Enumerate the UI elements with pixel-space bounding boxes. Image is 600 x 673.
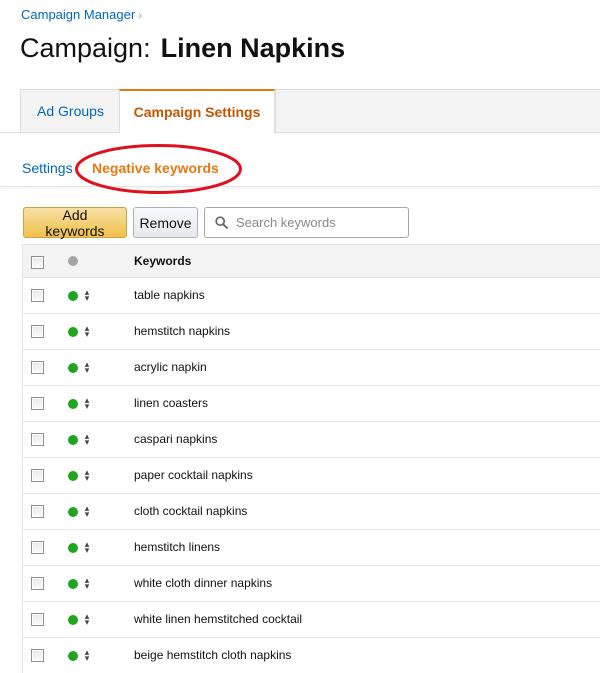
table-row: ▴ ▾ paper cocktail napkins bbox=[23, 457, 600, 493]
row-checkbox[interactable] bbox=[31, 469, 44, 482]
row-checkbox[interactable] bbox=[31, 541, 44, 554]
row-checkbox[interactable] bbox=[31, 289, 44, 302]
row-checkbox[interactable] bbox=[31, 361, 44, 374]
keyword-text: hemstitch napkins bbox=[134, 324, 231, 338]
status-dropdown-arrows-icon[interactable]: ▴ ▾ bbox=[83, 612, 91, 627]
table-row: ▴ ▾ table napkins bbox=[23, 277, 600, 313]
keyword-text: table napkins bbox=[134, 288, 205, 302]
row-checkbox[interactable] bbox=[31, 577, 44, 590]
breadcrumb-link-campaign-manager[interactable]: Campaign Manager bbox=[21, 7, 135, 22]
status-active-dot-icon[interactable] bbox=[68, 615, 78, 625]
campaign-name: Linen Napkins bbox=[160, 33, 346, 63]
row-checkbox[interactable] bbox=[31, 613, 44, 626]
status-active-dot-icon[interactable] bbox=[68, 507, 78, 517]
remove-button[interactable]: Remove bbox=[133, 207, 198, 238]
row-checkbox[interactable] bbox=[31, 505, 44, 518]
subnav-negative-keywords-link[interactable]: Negative keywords bbox=[92, 160, 219, 176]
table-row: ▴ ▾ acrylic napkin bbox=[23, 349, 600, 385]
status-dropdown-arrows-icon[interactable]: ▴ ▾ bbox=[83, 360, 91, 375]
status-dropdown-arrows-icon[interactable]: ▴ ▾ bbox=[83, 504, 91, 519]
select-all-checkbox[interactable] bbox=[31, 256, 44, 269]
keyword-text: white linen hemstitched cocktail bbox=[134, 612, 303, 626]
status-dropdown-arrows-icon[interactable]: ▴ ▾ bbox=[83, 648, 91, 663]
status-dropdown-arrows-icon[interactable]: ▴ ▾ bbox=[83, 540, 91, 555]
page-title-prefix: Campaign: bbox=[20, 33, 151, 63]
negative-keywords-table: Keywords ▴ ▾ table napkins ▴ ▾ hemstitch napk… bbox=[22, 244, 600, 673]
tab-campaign-settings[interactable]: Campaign Settings bbox=[119, 89, 275, 134]
table-row: ▴ ▾ beige hemstitch cloth napkins bbox=[23, 637, 600, 673]
toolbar: Add keywords Remove bbox=[23, 207, 198, 239]
status-active-dot-icon[interactable] bbox=[68, 471, 78, 481]
row-checkbox[interactable] bbox=[31, 649, 44, 662]
table-row: ▴ ▾ hemstitch napkins bbox=[23, 313, 600, 349]
status-active-dot-icon[interactable] bbox=[68, 651, 78, 661]
row-checkbox[interactable] bbox=[31, 325, 44, 338]
tab-bar-filler bbox=[275, 89, 600, 133]
breadcrumb: Campaign Manager › bbox=[21, 7, 142, 22]
table-row: ▴ ▾ caspari napkins bbox=[23, 421, 600, 457]
status-dropdown-arrows-icon[interactable]: ▴ ▾ bbox=[83, 468, 91, 483]
search-icon bbox=[215, 216, 228, 229]
chevron-right-icon: › bbox=[138, 10, 142, 22]
tab-bar: Ad Groups Campaign Settings bbox=[0, 89, 600, 134]
add-keywords-button[interactable]: Add keywords bbox=[23, 207, 127, 239]
table-row: ▴ ▾ linen coasters bbox=[23, 385, 600, 421]
status-dropdown-arrows-icon[interactable]: ▴ ▾ bbox=[83, 324, 91, 339]
keyword-text: cloth cocktail napkins bbox=[134, 504, 248, 518]
status-active-dot-icon[interactable] bbox=[68, 543, 78, 553]
status-dropdown-arrows-icon[interactable]: ▴ ▾ bbox=[83, 432, 91, 447]
status-active-dot-icon[interactable] bbox=[68, 579, 78, 589]
keywords-column-header[interactable]: Keywords bbox=[134, 254, 191, 268]
keyword-text: white cloth dinner napkins bbox=[134, 576, 273, 590]
keyword-text: linen coasters bbox=[134, 396, 209, 410]
keyword-text: beige hemstitch cloth napkins bbox=[134, 648, 292, 662]
status-active-dot-icon[interactable] bbox=[68, 363, 78, 373]
subnav-settings-link[interactable]: Settings bbox=[22, 160, 73, 176]
search-keywords-field[interactable] bbox=[204, 207, 409, 238]
status-active-dot-icon[interactable] bbox=[68, 435, 78, 445]
status-dot-gray-icon bbox=[68, 256, 78, 266]
status-active-dot-icon[interactable] bbox=[68, 327, 78, 337]
keyword-text: hemstitch linens bbox=[134, 540, 221, 554]
tab-ad-groups[interactable]: Ad Groups bbox=[20, 89, 120, 133]
keyword-text: acrylic napkin bbox=[134, 360, 207, 374]
table-row: ▴ ▾ white cloth dinner napkins bbox=[23, 565, 600, 601]
status-dropdown-arrows-icon[interactable]: ▴ ▾ bbox=[83, 576, 91, 591]
status-active-dot-icon[interactable] bbox=[68, 399, 78, 409]
page-title: Campaign: Linen Napkins bbox=[20, 33, 345, 64]
table-row: ▴ ▾ white linen hemstitched cocktail bbox=[23, 601, 600, 637]
search-keywords-input[interactable] bbox=[234, 214, 394, 231]
status-dropdown-arrows-icon[interactable]: ▴ ▾ bbox=[83, 396, 91, 411]
row-checkbox[interactable] bbox=[31, 433, 44, 446]
keyword-text: paper cocktail napkins bbox=[134, 468, 253, 482]
table-header-row: Keywords bbox=[23, 244, 600, 277]
status-active-dot-icon[interactable] bbox=[68, 291, 78, 301]
status-dropdown-arrows-icon[interactable]: ▴ ▾ bbox=[83, 288, 91, 303]
keyword-text: caspari napkins bbox=[134, 432, 218, 446]
table-row: ▴ ▾ hemstitch linens bbox=[23, 529, 600, 565]
sub-navigation: Settings Negative keywords bbox=[0, 134, 600, 187]
row-checkbox[interactable] bbox=[31, 397, 44, 410]
table-row: ▴ ▾ cloth cocktail napkins bbox=[23, 493, 600, 529]
